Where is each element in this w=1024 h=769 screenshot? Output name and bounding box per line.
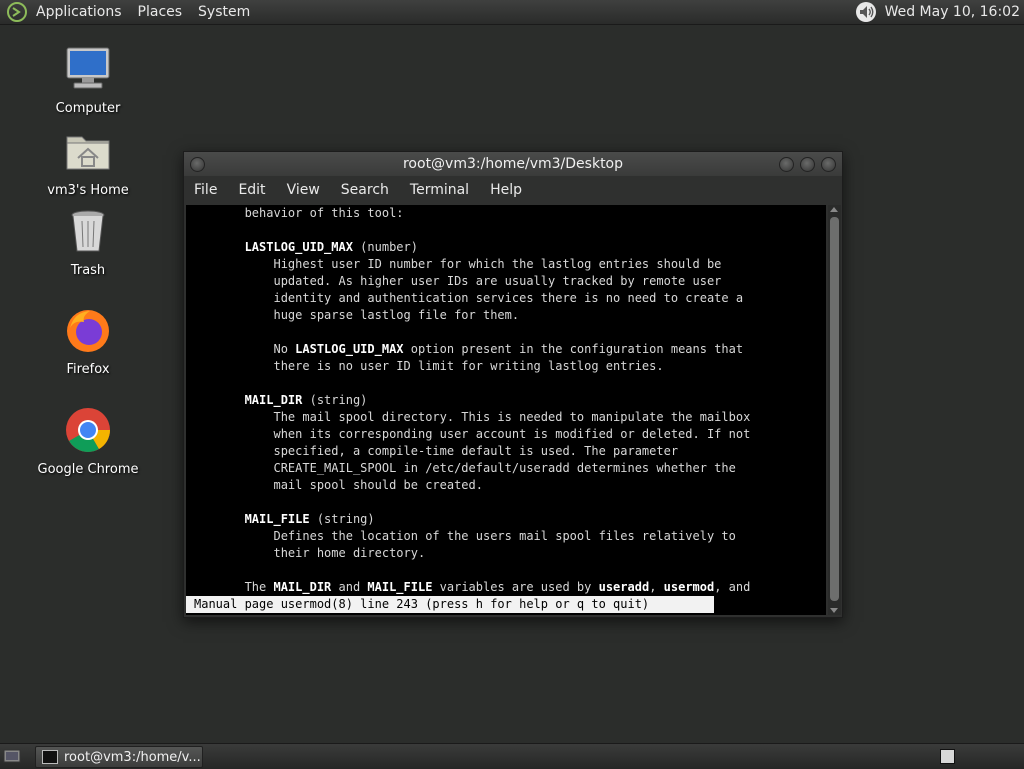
man-text: No [194, 342, 296, 356]
desktop-icon-label: Trash [70, 263, 106, 278]
chrome-icon [66, 408, 110, 452]
menu-terminal[interactable]: Terminal [410, 182, 469, 198]
man-text [194, 393, 245, 407]
man-text: option present in the configuration mean… [403, 342, 744, 356]
man-keyword: MAIL_FILE [367, 580, 433, 594]
menu-system[interactable]: System [198, 4, 250, 20]
workspace-switcher[interactable] [940, 749, 955, 764]
man-text: Highest user ID number for which the las… [194, 257, 722, 271]
man-text [194, 512, 245, 526]
man-text: variables are used by [432, 580, 599, 594]
show-desktop-icon[interactable] [3, 748, 21, 764]
man-keyword: LASTLOG_UID_MAX [295, 342, 404, 356]
man-text: (string) [302, 393, 368, 407]
terminal-screen[interactable]: behavior of this tool: LASTLOG_UID_MAX (… [186, 205, 826, 615]
desktop-icon-label: Firefox [66, 362, 110, 377]
terminal-window[interactable]: root@vm3:/home/vm3/Desktop File Edit Vie… [183, 151, 843, 618]
desktop-icon-chrome[interactable]: Google Chrome [33, 406, 143, 477]
firefox-icon [67, 310, 109, 352]
scroll-down-icon[interactable] [830, 608, 838, 613]
desktop-icon-firefox[interactable]: Firefox [33, 306, 143, 377]
menu-help[interactable]: Help [490, 182, 522, 198]
desktop-icon-computer[interactable]: Computer [33, 45, 143, 116]
taskbar-button-terminal[interactable]: root@vm3:/home/v... [35, 746, 203, 768]
close-button[interactable] [821, 157, 836, 172]
taskbar-button-label: root@vm3:/home/v... [64, 749, 201, 765]
terminal-menubar: File Edit View Search Terminal Help [184, 176, 842, 204]
menu-file[interactable]: File [194, 182, 217, 198]
man-page-text: behavior of this tool: LASTLOG_UID_MAX (… [194, 205, 751, 596]
desktop-icon-trash[interactable]: Trash [33, 207, 143, 278]
scroll-up-icon[interactable] [830, 207, 838, 212]
menu-edit[interactable]: Edit [238, 182, 265, 198]
man-text: specified, a compile-time default is use… [194, 444, 679, 458]
man-text [194, 240, 245, 254]
bottom-panel: root@vm3:/home/v... [0, 743, 1024, 769]
minimize-button[interactable] [779, 157, 794, 172]
scrollbar-thumb[interactable] [830, 217, 839, 601]
home-folder-icon [66, 136, 110, 170]
menu-places[interactable]: Places [138, 4, 183, 20]
man-keyword: MAIL_DIR [244, 393, 303, 407]
distro-logo-icon[interactable] [6, 1, 28, 23]
man-keyword: MAIL_FILE [244, 512, 310, 526]
clock[interactable]: Wed May 10, 16:02 [885, 4, 1020, 20]
desktop-icon-home[interactable]: vm3's Home [33, 127, 143, 198]
man-text: huge sparse lastlog file for them. [194, 308, 520, 322]
window-menu-button[interactable] [190, 157, 205, 172]
man-text: mail spool should be created. [194, 478, 483, 492]
volume-icon[interactable] [855, 1, 877, 23]
man-text: (string) [309, 512, 375, 526]
man-text: and [331, 580, 368, 594]
man-keyword: MAIL_DIR [273, 580, 332, 594]
computer-icon [66, 47, 110, 89]
menu-view[interactable]: View [287, 182, 320, 198]
man-text: their home directory. [194, 546, 426, 560]
window-titlebar[interactable]: root@vm3:/home/vm3/Desktop [184, 152, 842, 176]
man-text: , [649, 580, 664, 594]
man-text: (number) [352, 240, 418, 254]
man-keyword: useradd [598, 580, 650, 594]
man-text: behavior of this tool: [194, 206, 404, 220]
man-text: when its corresponding user account is m… [194, 427, 751, 441]
man-text: , and [714, 580, 751, 594]
desktop-icon-label: vm3's Home [47, 183, 129, 198]
terminal-scrollbar[interactable] [828, 205, 841, 615]
man-text: identity and authentication services the… [194, 291, 744, 305]
maximize-button[interactable] [800, 157, 815, 172]
window-title: root@vm3:/home/vm3/Desktop [402, 156, 624, 172]
man-text: CREATE_MAIL_SPOOL in /etc/default/userad… [194, 461, 736, 475]
man-keyword: usermod [663, 580, 715, 594]
terminal-icon [42, 750, 58, 764]
top-panel: Applications Places System Wed May 10, 1… [0, 0, 1024, 25]
man-text: The mail spool directory. This is needed… [194, 410, 751, 424]
desktop-icon-label: Computer [55, 101, 121, 116]
menu-search[interactable]: Search [341, 182, 389, 198]
desktop-icon-label: Google Chrome [37, 462, 139, 477]
man-text: there is no user ID limit for writing la… [194, 359, 664, 373]
man-text: Defines the location of the users mail s… [194, 529, 736, 543]
man-text: updated. As higher user IDs are usually … [194, 274, 722, 288]
pager-status-line: Manual page usermod(8) line 243 (press h… [186, 596, 714, 613]
man-text: The [194, 580, 274, 594]
menu-applications[interactable]: Applications [36, 4, 122, 20]
man-keyword: LASTLOG_UID_MAX [244, 240, 353, 254]
trash-icon [71, 210, 105, 252]
